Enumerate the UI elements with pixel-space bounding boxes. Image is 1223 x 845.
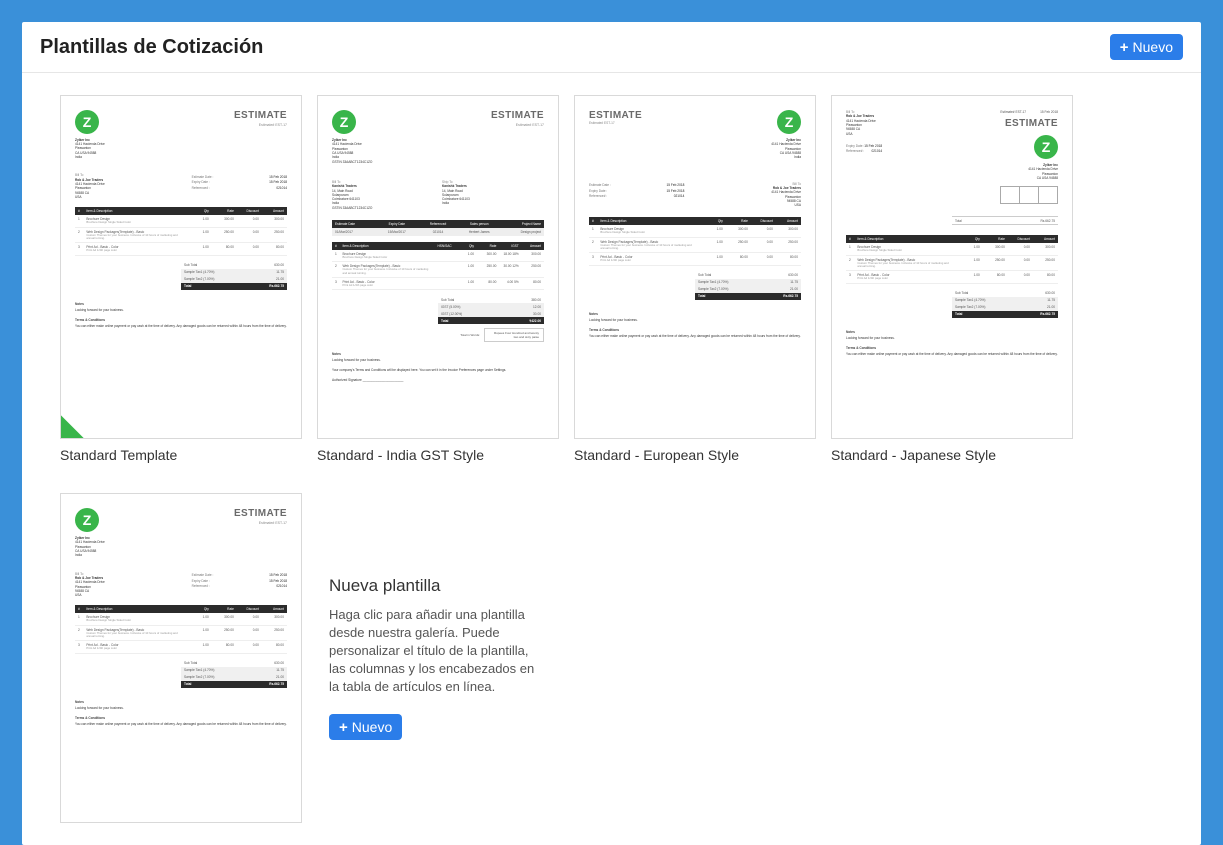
plus-icon: + [339, 720, 348, 735]
templates-panel: Plantillas de Cotización + Nuevo Z Zylke… [22, 22, 1201, 845]
plus-icon: + [1120, 40, 1129, 55]
new-template-description: Haga clic para añadir una plantilla desd… [329, 606, 547, 697]
template-thumbnail: Z Zylker Inc 4141 Hacienda Drive Pleasan… [317, 95, 559, 439]
template-name: Standard - Japanese Style [831, 447, 1073, 463]
template-card-european[interactable]: Z Zylker Inc 4141 Hacienda Drive Pleasan… [574, 95, 816, 463]
company-logo-icon: Z [332, 110, 356, 134]
new-button-label: Nuevo [352, 719, 392, 735]
page-title: Plantillas de Cotización [40, 36, 263, 59]
new-template-button-tile[interactable]: + Nuevo [329, 714, 402, 740]
template-thumbnail: Bill To Rob & Joe Traders 4141 Hacienda … [831, 95, 1073, 439]
new-template-tile: Nueva plantilla Haga clic para añadir un… [317, 493, 559, 823]
template-card-japanese[interactable]: Bill To Rob & Joe Traders 4141 Hacienda … [831, 95, 1073, 463]
template-card-standard[interactable]: Z Zylker Inc 4141 Hacienda Drive Pleasan… [60, 95, 302, 463]
new-template-button-header[interactable]: + Nuevo [1110, 34, 1183, 60]
new-button-label: Nuevo [1133, 39, 1173, 55]
company-logo-icon: Z [75, 110, 99, 134]
template-name: Standard - European Style [574, 447, 816, 463]
new-template-title: Nueva plantilla [329, 576, 547, 596]
templates-grid: Z Zylker Inc 4141 Hacienda Drive Pleasan… [22, 73, 1201, 845]
company-logo-icon: Z [75, 508, 99, 532]
template-thumbnail: Z Zylker Inc 4141 Hacienda Drive Pleasan… [574, 95, 816, 439]
template-thumbnail: Z Zylker Inc 4141 Hacienda Drive Pleasan… [60, 95, 302, 439]
company-logo-icon: Z [1034, 135, 1058, 159]
template-thumbnail: Z Zylker Inc 4141 Hacienda Drive Pleasan… [60, 493, 302, 823]
template-card-gst[interactable]: Z Zylker Inc 4141 Hacienda Drive Pleasan… [317, 95, 559, 463]
template-name: Standard - India GST Style [317, 447, 559, 463]
panel-header: Plantillas de Cotización + Nuevo [22, 22, 1201, 73]
template-card-standard-2[interactable]: Z Zylker Inc 4141 Hacienda Drive Pleasan… [60, 493, 302, 823]
template-name: Standard Template [60, 447, 302, 463]
company-logo-icon: Z [777, 110, 801, 134]
